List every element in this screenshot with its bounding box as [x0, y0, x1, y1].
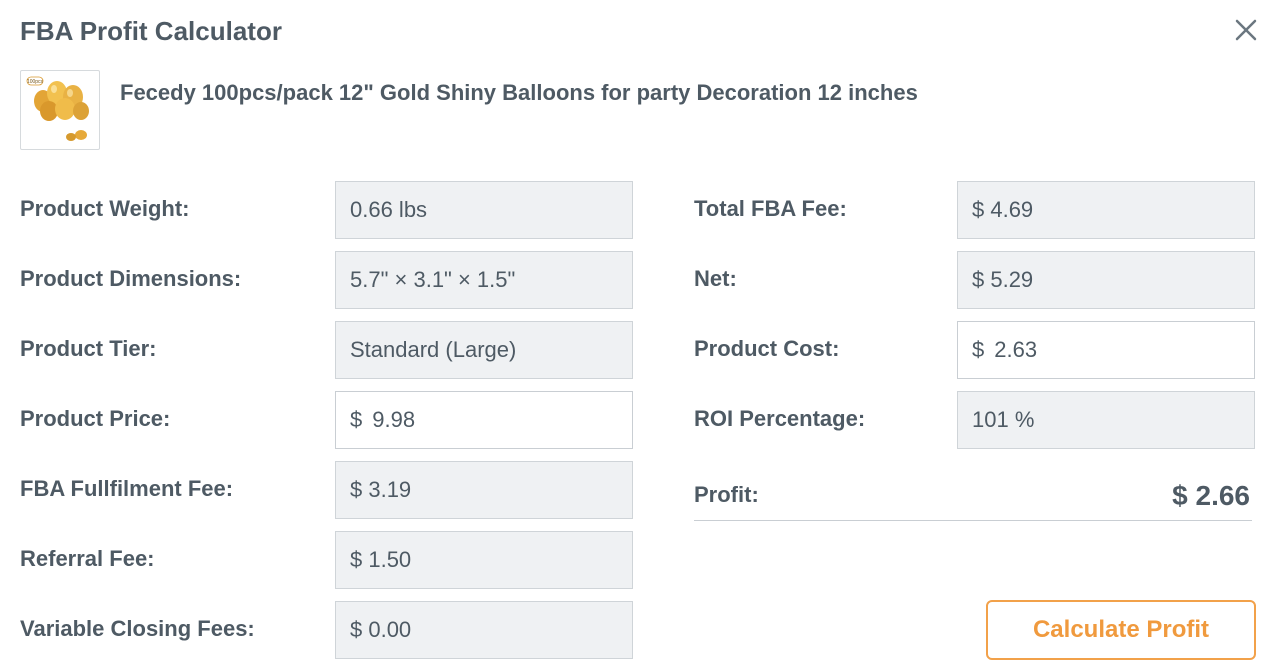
product-price-input[interactable] [372, 407, 593, 433]
profit-value: $ 2.66 [1172, 480, 1250, 511]
total-fba-fee-field: $ 4.69 [957, 181, 1255, 239]
net-label: Net: [694, 266, 737, 291]
total-fba-fee-label: Total FBA Fee: [694, 196, 847, 221]
product-image-badge: 100pcs [27, 79, 44, 85]
fba-fulfilment-fee-field: $ 3.19 [335, 461, 633, 519]
product-tier-field: Standard (Large) [335, 321, 633, 379]
variable-closing-fees-label: Variable Closing Fees: [20, 616, 255, 641]
product-price-currency: $ [350, 407, 363, 432]
total-fba-fee-value: $ 4.69 [972, 197, 1034, 222]
profit-label: Profit: [694, 482, 759, 507]
product-dimensions-value: 5.7" × 3.1" × 1.5" [350, 267, 516, 292]
dialog-title: FBA Profit Calculator [20, 16, 282, 46]
fba-fulfilment-fee-label: FBA Fullfilment Fee: [20, 476, 234, 501]
product-weight-label: Product Weight: [20, 196, 190, 221]
roi-percentage-label: ROI Percentage: [694, 406, 866, 431]
product-tier-value: Standard (Large) [350, 337, 517, 362]
variable-closing-fees-value: $ 0.00 [350, 617, 412, 642]
product-tier-label: Product Tier: [20, 336, 157, 361]
product-cost-field: $ [957, 321, 1255, 379]
gold-balloons-product-image: 100pcs [26, 76, 89, 141]
product-cost-label: Product Cost: [694, 336, 840, 361]
calculate-profit-button[interactable]: Calculate Profit [986, 600, 1256, 660]
net-field: $ 5.29 [957, 251, 1255, 309]
product-cost-input[interactable] [994, 337, 1215, 363]
referral-fee-label: Referral Fee: [20, 546, 155, 571]
roi-percentage-field: 101 % [957, 391, 1255, 449]
product-image: 100pcs [20, 70, 100, 150]
product-dimensions-field: 5.7" × 3.1" × 1.5" [335, 251, 633, 309]
roi-percentage-value: 101 % [972, 407, 1035, 432]
profit-row: Profit: $ 2.66 [694, 478, 1252, 521]
net-value: $ 5.29 [972, 267, 1034, 292]
product-dimensions-label: Product Dimensions: [20, 266, 242, 291]
product-weight-value: 0.66 lbs [350, 197, 428, 222]
product-weight-field: 0.66 lbs [335, 181, 633, 239]
close-icon[interactable] [1232, 16, 1260, 44]
variable-closing-fees-field: $ 0.00 [335, 601, 633, 659]
referral-fee-field: $ 1.50 [335, 531, 633, 589]
fba-fulfilment-fee-value: $ 3.19 [350, 477, 412, 502]
referral-fee-value: $ 1.50 [350, 547, 412, 572]
product-price-label: Product Price: [20, 406, 171, 431]
product-price-field: $ [335, 391, 633, 449]
product-name: Fecedy 100pcs/pack 12" Gold Shiny Balloo… [120, 80, 918, 105]
product-cost-currency: $ [972, 337, 985, 362]
